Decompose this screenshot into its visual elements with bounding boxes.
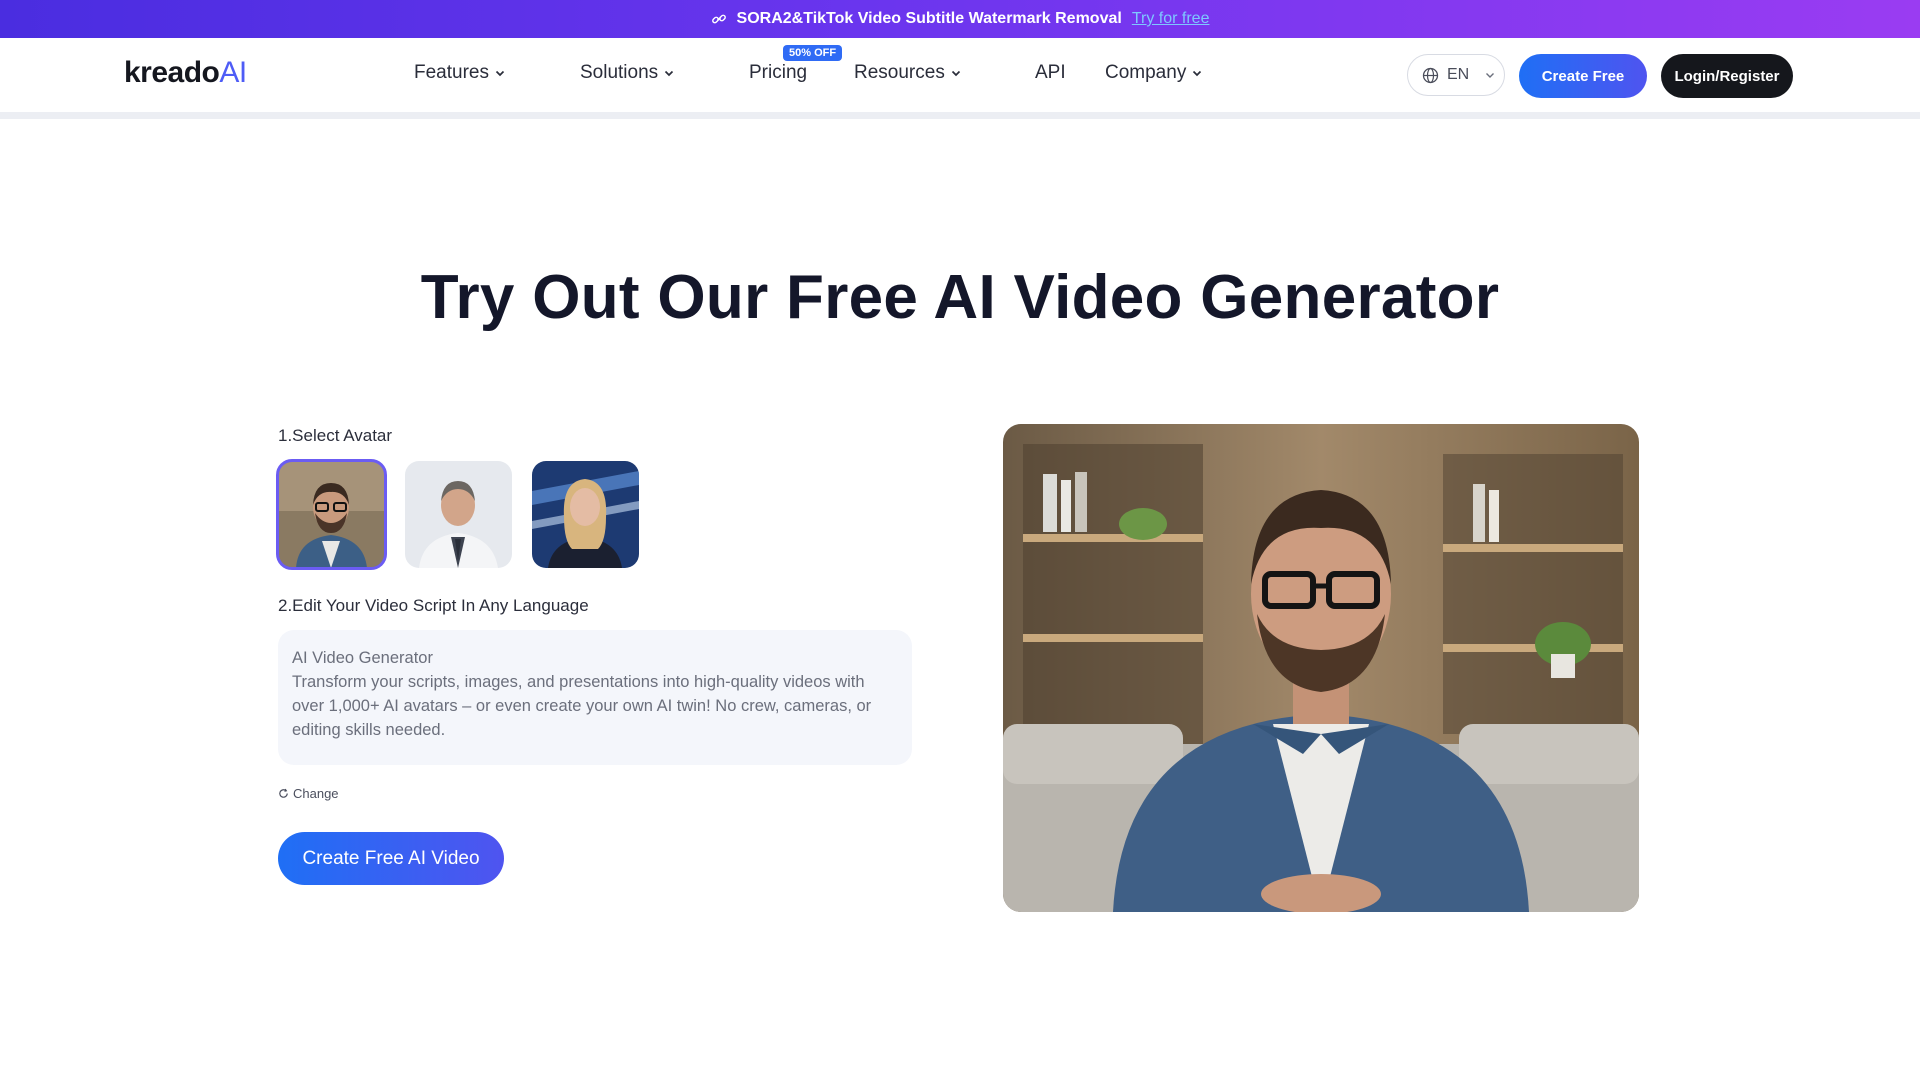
nav-features[interactable]: Features	[414, 62, 505, 84]
change-script-button[interactable]: Change	[278, 786, 339, 801]
avatar-image	[532, 461, 639, 568]
script-title: AI Video Generator	[292, 649, 433, 667]
video-preview[interactable]	[1003, 424, 1639, 912]
header-divider	[0, 112, 1920, 119]
avatar-image	[278, 461, 385, 568]
create-free-button[interactable]: Create Free	[1519, 54, 1647, 98]
link-icon	[711, 14, 726, 24]
chevron-down-icon	[665, 70, 674, 77]
step-edit-script-label: 2.Edit Your Video Script In Any Language	[278, 596, 589, 615]
promo-text: SORA2&TikTok Video Subtitle Watermark Re…	[736, 10, 1122, 27]
chevron-down-icon	[1486, 73, 1495, 78]
login-register-button[interactable]: Login/Register	[1661, 54, 1793, 98]
avatar-video-frame	[1003, 424, 1639, 912]
avatar-picker	[276, 459, 639, 570]
nav-solutions[interactable]: Solutions	[580, 62, 674, 84]
change-label: Change	[293, 786, 339, 801]
nav-resources[interactable]: Resources	[854, 62, 961, 84]
pricing-discount-badge: 50% OFF	[783, 45, 843, 61]
promo-banner: SORA2&TikTok Video Subtitle Watermark Re…	[0, 0, 1920, 38]
nav-api-label: API	[1035, 62, 1066, 83]
nav-features-label: Features	[414, 62, 489, 83]
nav-pricing-label: Pricing	[749, 62, 808, 83]
nav-resources-label: Resources	[854, 62, 945, 83]
nav-company-label: Company	[1105, 62, 1187, 83]
logo-text: kreado	[124, 56, 220, 89]
avatar-option-doctor[interactable]	[405, 461, 512, 568]
chevron-down-icon	[1193, 70, 1202, 77]
avatar-image	[405, 461, 512, 568]
nav-company[interactable]: Company	[1105, 62, 1202, 84]
create-free-ai-video-button[interactable]: Create Free AI Video	[278, 832, 504, 885]
avatar-option-bearded-man[interactable]	[276, 459, 387, 570]
globe-icon	[1422, 67, 1439, 83]
page-title: Try Out Our Free AI Video Generator	[420, 263, 1500, 332]
chevron-down-icon	[495, 70, 505, 77]
kreado-logo[interactable]: kreado AI	[124, 56, 247, 90]
avatar-option-woman-presenter[interactable]	[532, 461, 639, 568]
step-select-avatar-label: 1.Select Avatar	[278, 426, 393, 445]
script-textarea[interactable]: AI Video Generator Transform your script…	[278, 630, 912, 765]
language-label: EN	[1447, 66, 1470, 83]
language-selector[interactable]: EN	[1407, 54, 1505, 96]
nav-api[interactable]: API	[1035, 62, 1066, 84]
nav-pricing[interactable]: Pricing	[749, 62, 807, 84]
promo-try-link[interactable]: Try for free	[1132, 10, 1210, 28]
nav-solutions-label: Solutions	[580, 62, 659, 83]
chevron-down-icon	[951, 70, 960, 77]
script-body: Transform your scripts, images, and pres…	[292, 673, 872, 739]
logo-ai-text: AI	[219, 56, 247, 89]
refresh-icon	[279, 788, 288, 798]
